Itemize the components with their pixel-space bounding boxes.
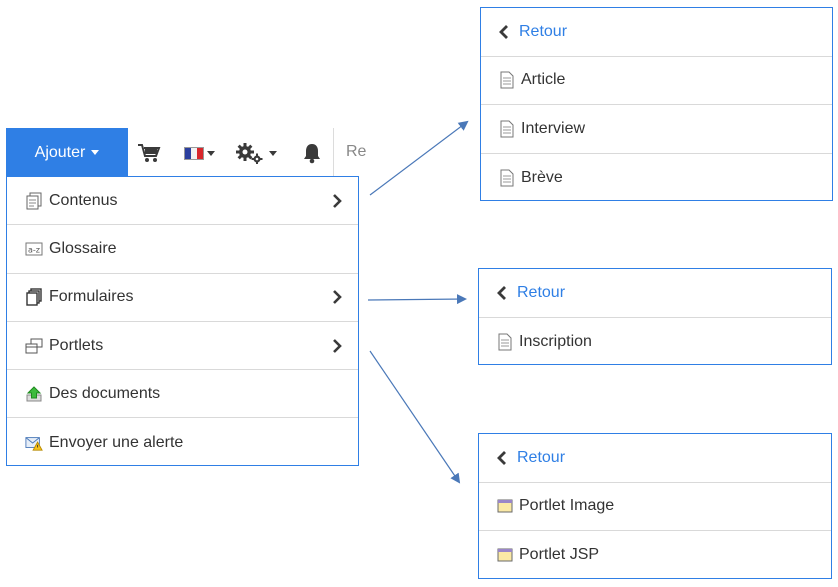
caret-down-icon [207, 150, 215, 156]
menu-item-glossaire[interactable]: a-z Glossaire [7, 225, 358, 274]
search-partial-text: Re [346, 143, 367, 160]
menu-item-label: Formulaires [49, 288, 134, 306]
menu-item-label: Contenus [49, 191, 118, 209]
submenu-formulaires: Retour Inscription [478, 268, 832, 365]
caret-down-icon [91, 150, 100, 155]
alert-mail-icon [25, 434, 43, 452]
svg-text:a-z: a-z [28, 245, 40, 254]
upload-icon [25, 385, 43, 403]
toolbar: Ajouter Re [6, 128, 366, 177]
submenu-item-article[interactable]: Article [481, 57, 832, 105]
add-button-label: Ajouter [34, 143, 86, 161]
submenu-contenus: Retour Article Interview Brève [480, 7, 833, 201]
submenu-portlets: Retour Portlet Image Portlet JSP [478, 433, 832, 579]
menu-item-des-documents[interactable]: Des documents [7, 370, 358, 419]
glossary-icon: a-z [25, 240, 43, 258]
gears-icon [234, 142, 266, 164]
submenu-item-label: Inscription [519, 332, 592, 350]
menu-item-portlets[interactable]: Portlets [7, 322, 358, 371]
chevron-left-icon [497, 285, 507, 300]
back-label: Retour [519, 22, 568, 40]
chevron-right-icon [332, 290, 342, 305]
chevron-right-icon [332, 193, 342, 208]
menu-item-envoyer-une-alerte[interactable]: Envoyer une alerte [7, 418, 358, 466]
submenu-item-label: Portlet Image [519, 497, 615, 515]
bell-icon[interactable] [302, 142, 322, 164]
back-label: Retour [517, 283, 566, 301]
portlet-window-icon [497, 546, 513, 564]
back-button[interactable]: Retour [481, 8, 832, 57]
document-icon [497, 333, 513, 351]
submenu-item-label: Article [521, 71, 566, 89]
document-icon [499, 169, 515, 187]
portlet-window-icon [497, 497, 513, 515]
menu-item-label: Glossaire [49, 239, 117, 257]
flag-fr-icon [184, 146, 204, 160]
back-label: Retour [517, 448, 566, 466]
language-selector[interactable] [184, 142, 215, 164]
add-button[interactable]: Ajouter [6, 128, 128, 177]
menu-item-label: Des documents [49, 384, 161, 402]
document-icon [499, 120, 515, 138]
portlets-icon [25, 337, 43, 355]
submenu-item-portlet-jsp[interactable]: Portlet JSP [479, 531, 831, 580]
chevron-left-icon [497, 450, 507, 465]
chevron-right-icon [332, 338, 342, 353]
chevron-left-icon [499, 24, 509, 39]
back-button[interactable]: Retour [479, 434, 831, 483]
submenu-item-portlet-image[interactable]: Portlet Image [479, 483, 831, 531]
arrow-portlets [369, 350, 461, 484]
submenu-item-breve[interactable]: Brève [481, 154, 832, 203]
submenu-item-label: Interview [521, 119, 586, 137]
settings-menu[interactable] [234, 142, 277, 164]
submenu-item-interview[interactable]: Interview [481, 105, 832, 154]
caret-down-icon [269, 150, 277, 156]
submenu-item-label: Brève [521, 168, 563, 186]
arrow-formulaires [367, 294, 467, 305]
forms-icon [25, 288, 43, 306]
arrow-contenus [369, 120, 469, 196]
menu-item-formulaires[interactable]: Formulaires [7, 274, 358, 322]
back-button[interactable]: Retour [479, 269, 831, 318]
add-dropdown-menu: Contenus a-z Glossaire Formulaires Portl… [6, 176, 359, 466]
submenu-item-inscription[interactable]: Inscription [479, 318, 831, 367]
submenu-item-label: Portlet JSP [519, 546, 600, 564]
menu-item-label: Envoyer une alerte [49, 433, 184, 451]
document-icon [499, 71, 515, 89]
menu-item-label: Portlets [49, 336, 104, 354]
cart-icon[interactable] [137, 142, 161, 164]
menu-item-contenus[interactable]: Contenus [7, 177, 358, 226]
toolbar-divider [333, 128, 334, 177]
documents-icon [25, 192, 43, 210]
